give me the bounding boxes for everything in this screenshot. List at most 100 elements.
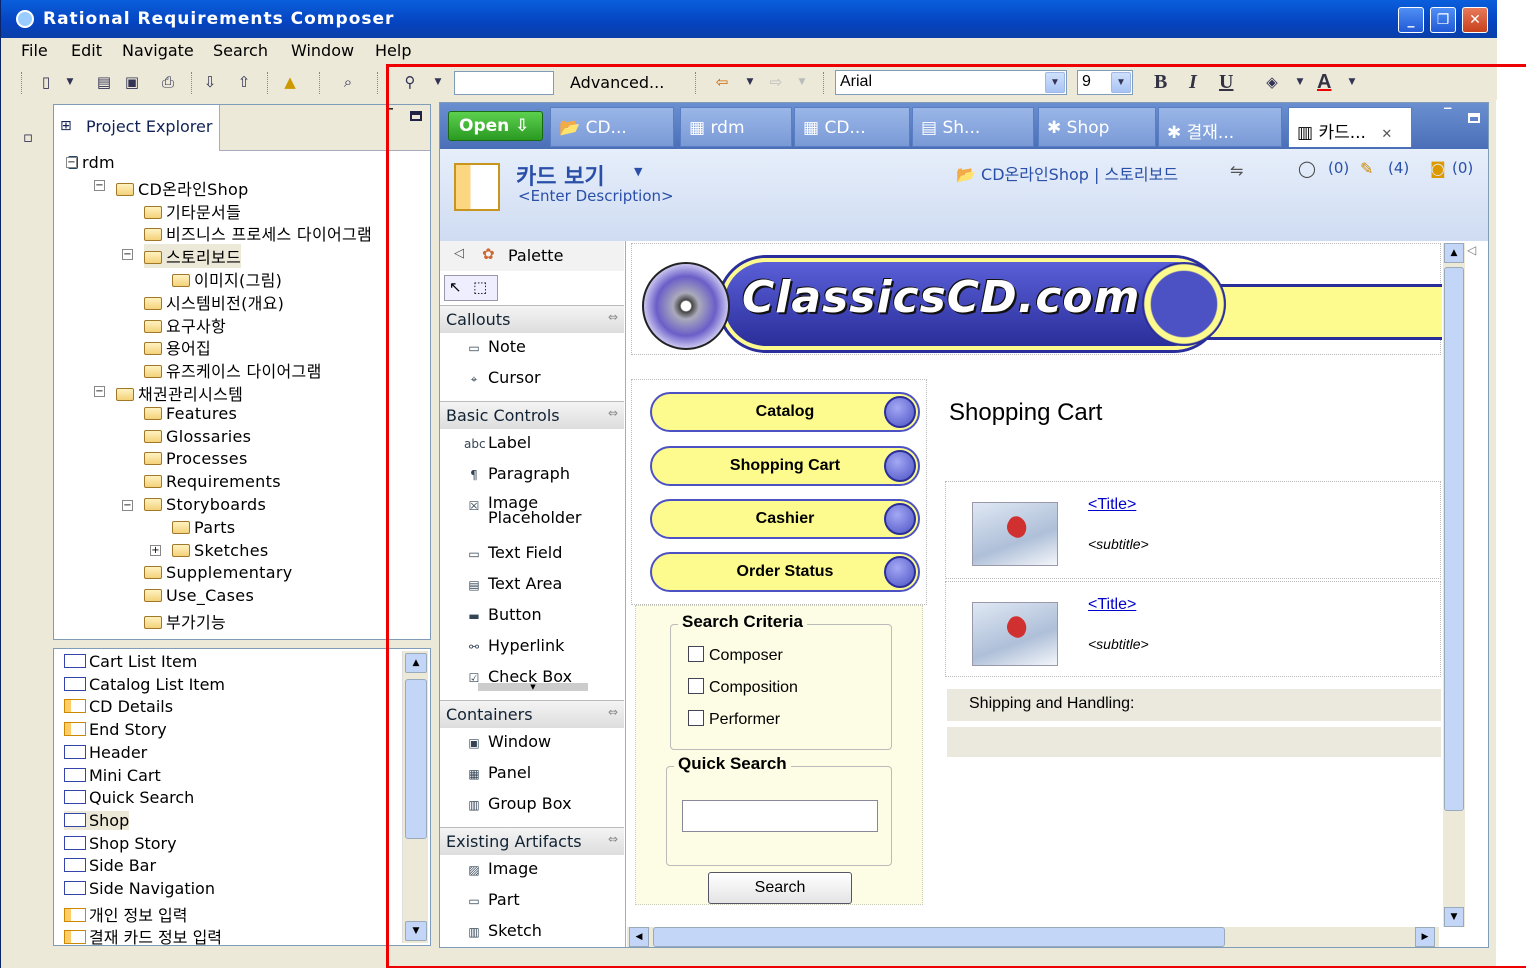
minimize-view-icon[interactable]: ‾ — [386, 107, 393, 123]
collapse-icon[interactable]: − — [122, 500, 133, 511]
tree-item[interactable]: 용어집 — [144, 335, 211, 359]
list-scrollbar[interactable]: ▲ ▼ — [402, 651, 428, 943]
import-icon[interactable]: ⇩ — [201, 73, 219, 91]
palette-scroll-more-icon[interactable]: ▼ — [478, 683, 588, 691]
new-icon[interactable]: ▯ — [37, 73, 55, 91]
palette-item[interactable]: ▤ Text Area — [464, 574, 562, 593]
composer-checkbox[interactable]: Composer — [688, 646, 783, 665]
palette-item[interactable]: ▦ Panel — [464, 763, 531, 782]
checkbox-box[interactable] — [688, 646, 704, 662]
forward-icon[interactable]: ⇨ — [767, 73, 785, 91]
collapse-right-icon[interactable]: ◁ — [1467, 243, 1481, 267]
list-item[interactable]: End Story — [64, 720, 167, 739]
palette-item[interactable]: ▬ Button — [464, 605, 541, 624]
list-item[interactable]: Quick Search — [64, 788, 194, 807]
list-item[interactable]: Side Navigation — [64, 879, 215, 898]
breadcrumb[interactable]: 📂 CD온라인Shop | 스토리보드 — [956, 161, 1178, 185]
tree-item[interactable]: Glossaries — [144, 427, 251, 446]
collapse-section-icon[interactable]: ⇔ — [608, 705, 618, 719]
minimize-button[interactable]: _ — [1398, 7, 1424, 33]
nav-shopping-cart-button[interactable]: Shopping Cart — [650, 446, 920, 486]
canvas-horizontal-scrollbar[interactable]: ◀ ▶ — [627, 927, 1439, 947]
search-input[interactable] — [454, 71, 554, 95]
save-icon[interactable]: ▣ — [123, 73, 141, 91]
collapse-section-icon[interactable]: ⇔ — [608, 310, 618, 324]
palette-item[interactable]: ☒ Image Placeholder — [464, 495, 598, 526]
underline-button[interactable]: U — [1219, 71, 1233, 94]
tree-item[interactable]: 비즈니스 프로세스 다이어그램 — [144, 221, 372, 245]
composition-checkbox[interactable]: Composition — [688, 678, 798, 697]
tree-item[interactable]: Processes — [144, 449, 248, 468]
tree-item[interactable]: Sketches — [172, 541, 269, 560]
select-tool-icon[interactable]: ↖ — [449, 278, 462, 296]
tree-item[interactable]: 시스템비전(개요) — [144, 290, 284, 314]
collapse-icon[interactable]: − — [122, 249, 133, 260]
edit-icon[interactable]: ✎ — [1360, 159, 1373, 178]
item-title-link[interactable]: <Title> — [1088, 596, 1136, 614]
tab-shop-1[interactable]: ▤ Sh... — [912, 107, 1034, 147]
menu-search[interactable]: Search — [213, 41, 268, 60]
tree-item[interactable]: Features — [144, 404, 237, 423]
collapse-section-icon[interactable]: ⇔ — [608, 406, 618, 420]
comment-count[interactable]: (0) — [1328, 159, 1349, 177]
artifact-description[interactable]: <Enter Description> — [518, 187, 674, 205]
bold-button[interactable]: B — [1154, 71, 1167, 94]
maximize-view-icon[interactable] — [410, 111, 422, 121]
font-family-select[interactable]: Arial ▼ — [835, 70, 1067, 95]
checkbox-box[interactable] — [688, 678, 704, 694]
menu-edit[interactable]: Edit — [71, 41, 102, 60]
palette-item[interactable]: ▭ Note — [464, 337, 526, 356]
collapse-section-icon[interactable]: ⇔ — [608, 832, 618, 846]
scroll-down-icon[interactable]: ▼ — [1444, 907, 1464, 927]
italic-button[interactable]: I — [1189, 71, 1197, 94]
list-item[interactable]: Shop — [64, 810, 130, 830]
tree-item[interactable]: 기타문서들 — [144, 199, 241, 223]
close-button[interactable]: ✕ — [1462, 7, 1488, 33]
scroll-thumb[interactable] — [653, 927, 1225, 947]
palette-section-header[interactable]: Containers ⇔ — [440, 700, 624, 728]
menu-help[interactable]: Help — [375, 41, 411, 60]
palette-item[interactable]: ⌖ Cursor — [464, 368, 541, 387]
tree-item[interactable]: Parts — [172, 518, 235, 537]
palette-section-header[interactable]: Basic Controls ⇔ — [440, 401, 624, 429]
export-icon[interactable]: ⇧ — [235, 73, 253, 91]
back-icon[interactable]: ⇦ — [713, 73, 731, 91]
tab-rdm[interactable]: ▦ rdm — [680, 107, 792, 147]
palette-item[interactable]: abc Label — [464, 433, 531, 452]
font-color-button[interactable]: A — [1317, 71, 1331, 94]
chevron-down-icon[interactable]: ▼ — [1111, 72, 1131, 93]
palette-item[interactable]: ⚯ Hyperlink — [464, 636, 564, 655]
list-item[interactable]: 결재 카드 정보 입력 — [64, 924, 222, 948]
list-item[interactable]: Shop Story — [64, 834, 177, 853]
performer-checkbox[interactable]: Performer — [688, 710, 780, 729]
tab-cd-2[interactable]: ▦ CD... — [794, 107, 910, 147]
list-item[interactable]: Catalog List Item — [64, 675, 225, 694]
scroll-left-icon[interactable]: ◀ — [629, 927, 649, 947]
chevron-down-icon[interactable]: ▼ — [1045, 72, 1065, 93]
scroll-thumb[interactable] — [405, 679, 427, 839]
quick-search-input[interactable] — [682, 800, 878, 832]
link-badge-icon[interactable]: ◙ — [1430, 159, 1446, 178]
collapse-icon[interactable]: − — [66, 157, 77, 168]
palette-section-header[interactable]: Callouts ⇔ — [440, 305, 624, 333]
list-item[interactable]: Mini Cart — [64, 766, 161, 785]
list-item[interactable]: CD Details — [64, 697, 173, 716]
back-dropdown-icon[interactable]: ▼ — [741, 73, 759, 91]
fill-color-icon[interactable]: ◈ — [1263, 73, 1281, 91]
canvas-vertical-scrollbar[interactable]: ▲ ▼ — [1443, 243, 1465, 927]
tree-item[interactable]: Storyboards — [144, 495, 266, 514]
tab-cd-1[interactable]: 📂 CD... — [550, 107, 674, 147]
palette-item[interactable]: ▨ Image — [464, 859, 538, 878]
find-icon[interactable]: ⌕ — [339, 73, 357, 91]
font-size-select[interactable]: 9 ▼ — [1077, 70, 1133, 95]
properties-icon[interactable]: ▤ — [95, 73, 113, 91]
forward-dropdown-icon[interactable]: ▼ — [793, 73, 811, 91]
palette-item[interactable]: ▭ Part — [464, 890, 519, 909]
palette-item[interactable]: ▭ Text Field — [464, 543, 562, 562]
list-item[interactable]: Cart List Item — [64, 652, 197, 671]
checkbox-box[interactable] — [688, 710, 704, 726]
tree-item[interactable]: Requirements — [144, 472, 281, 491]
maximize-editor-icon[interactable] — [1468, 113, 1480, 123]
palette-item[interactable]: ¶ Paragraph — [464, 464, 570, 483]
menu-navigate[interactable]: Navigate — [122, 41, 194, 60]
